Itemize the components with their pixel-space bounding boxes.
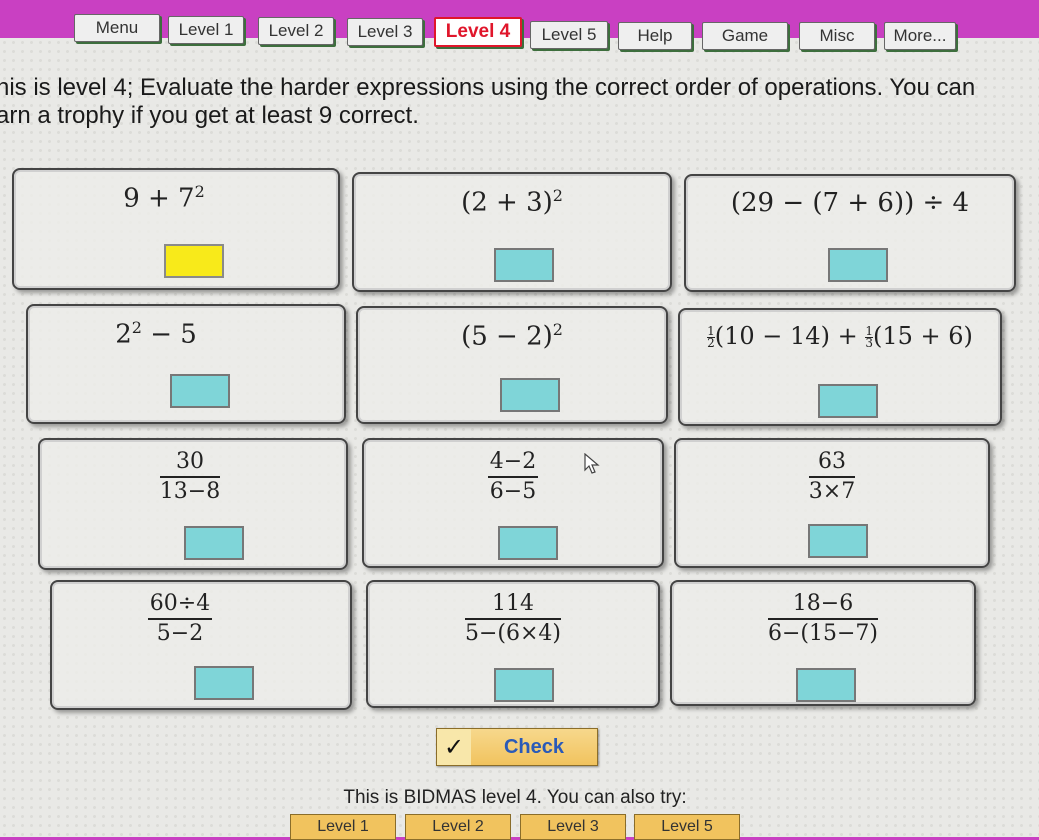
footer-text: This is BIDMAS level 4. You can also try…: [343, 787, 687, 808]
problem-card-8: 4−2 6−5: [362, 438, 664, 568]
tab-menu[interactable]: Menu: [74, 14, 160, 42]
footer-link-level-5[interactable]: Level 5: [634, 814, 740, 840]
answer-input[interactable]: [498, 526, 558, 560]
problem-expression: 63 3×7: [808, 449, 856, 504]
problem-card-10: 60÷4 5−2: [50, 580, 352, 710]
problem-expression: (2 + 3)2: [461, 186, 563, 218]
problem-card-5: (5 − 2)2: [356, 306, 668, 424]
tab-level-5[interactable]: Level 5: [530, 21, 608, 49]
problem-expression: 22 − 5: [115, 318, 197, 350]
answer-input[interactable]: [828, 248, 888, 282]
problem-expression: 1 2(10 − 14) + 1 3(15 + 6): [707, 322, 973, 350]
check-button[interactable]: ✓ Check: [436, 728, 598, 766]
tab-level-2[interactable]: Level 2: [258, 17, 334, 45]
fraction-half: 12: [707, 324, 715, 350]
problem-expression: 60÷4 5−2: [147, 591, 213, 646]
problem-card-4: 22 − 5: [26, 304, 346, 424]
answer-input[interactable]: [194, 666, 254, 700]
answer-input[interactable]: [170, 374, 230, 408]
answer-input[interactable]: [494, 668, 554, 702]
answer-input[interactable]: [164, 244, 224, 278]
answer-input[interactable]: [796, 668, 856, 702]
tab-help[interactable]: Help: [618, 22, 692, 50]
tab-misc[interactable]: Misc: [799, 22, 875, 50]
checkmark-icon: ✓: [437, 729, 471, 765]
footer-link-level-3[interactable]: Level 3: [520, 814, 626, 840]
instructions-line-2: arn a trophy if you get at least 9 corre…: [0, 102, 419, 129]
footer-link-level-2[interactable]: Level 2: [405, 814, 511, 840]
problem-expression: (5 − 2)2: [461, 320, 563, 352]
problem-card-2: (2 + 3)2: [352, 172, 672, 292]
answer-input[interactable]: [500, 378, 560, 412]
problem-card-12: 18−6 6−(15−7): [670, 580, 976, 706]
tab-level-4[interactable]: Level 4: [434, 17, 522, 47]
answer-input[interactable]: [184, 526, 244, 560]
tab-level-1[interactable]: Level 1: [168, 16, 244, 44]
problem-expression: 4−2 6−5: [487, 449, 539, 504]
problem-card-7: 30 13−8: [38, 438, 348, 570]
problem-card-6: 1 2(10 − 14) + 1 3(15 + 6): [678, 308, 1002, 426]
problem-expression: 18−6 6−(15−7): [767, 591, 879, 646]
problem-card-3: (29 − (7 + 6)) ÷ 4: [684, 174, 1016, 292]
problem-expression: 9 + 72: [123, 182, 205, 214]
problem-card-9: 63 3×7: [674, 438, 990, 568]
footer-link-level-1[interactable]: Level 1: [290, 814, 396, 840]
answer-input[interactable]: [818, 384, 878, 418]
tab-more[interactable]: More...: [884, 22, 956, 50]
problem-card-1: 9 + 72: [12, 168, 340, 290]
problem-expression: 114 5−(6×4): [464, 591, 562, 646]
problem-expression: (29 − (7 + 6)) ÷ 4: [730, 188, 970, 218]
check-button-label: Check: [503, 735, 565, 758]
answer-input[interactable]: [808, 524, 868, 558]
problem-card-11: 114 5−(6×4): [366, 580, 660, 708]
tab-game[interactable]: Game: [702, 22, 788, 50]
tab-level-3[interactable]: Level 3: [347, 18, 423, 46]
instructions-text: his is level 4; Evaluate the harder expr…: [0, 74, 1026, 130]
mouse-cursor-icon: [584, 453, 600, 474]
problem-expression: 30 13−8: [159, 449, 221, 504]
answer-input[interactable]: [494, 248, 554, 282]
fraction-third: 13: [865, 324, 873, 350]
instructions-line-1: his is level 4; Evaluate the harder expr…: [0, 74, 976, 101]
